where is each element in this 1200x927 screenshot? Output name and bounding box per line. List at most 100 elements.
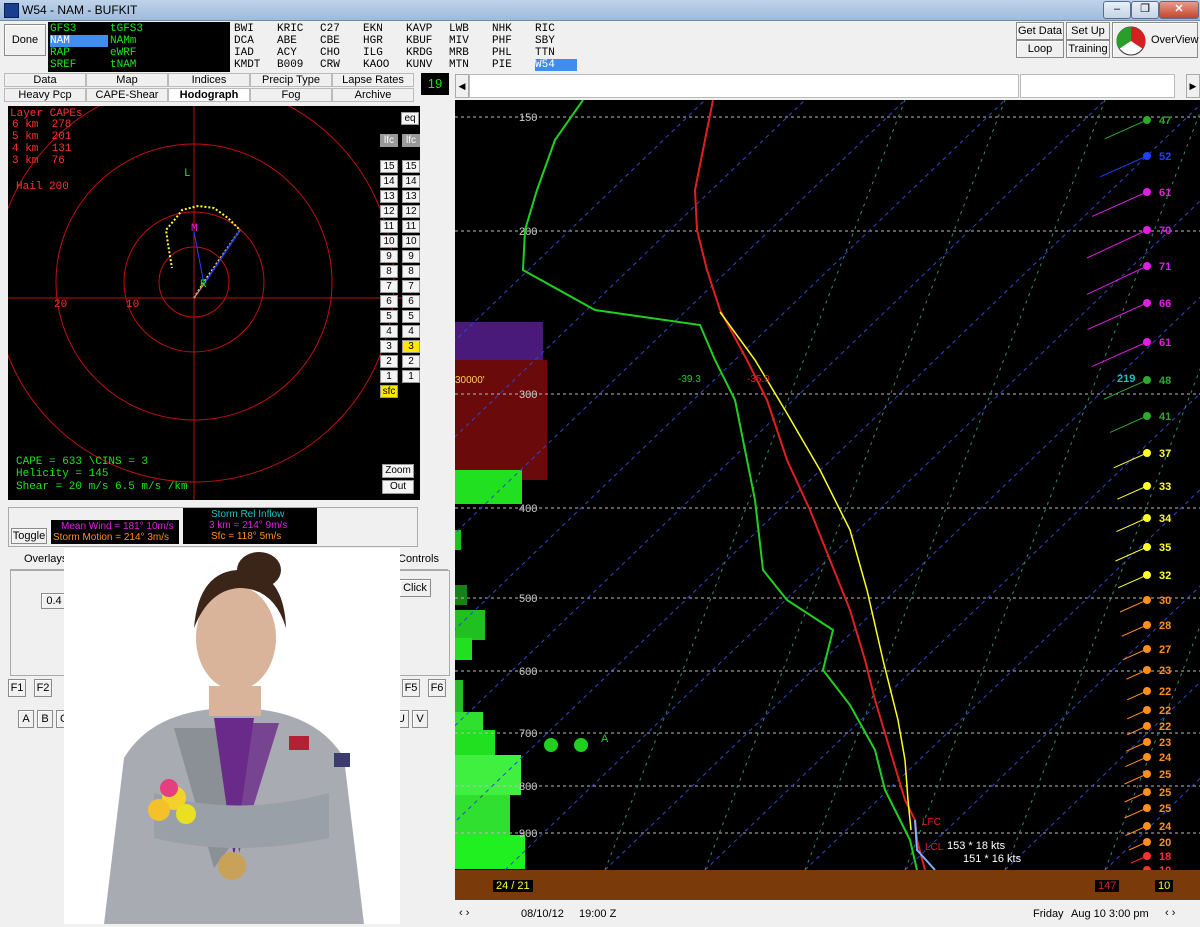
tab-controls[interactable]: Controls: [398, 553, 439, 565]
station-phf[interactable]: PHF: [492, 35, 534, 47]
station-c27[interactable]: C27: [320, 23, 362, 35]
station-pie[interactable]: PIE: [492, 59, 534, 71]
station-ekn[interactable]: EKN: [363, 23, 405, 35]
skewt-diagram[interactable]: 150200300400500600700800900-100102030475…: [455, 100, 1200, 870]
station-lwb[interactable]: LWB: [449, 23, 491, 35]
level-right-10[interactable]: 10: [402, 235, 420, 248]
level-right-9[interactable]: 9: [402, 250, 420, 263]
level-right-14[interactable]: 14: [402, 175, 420, 188]
close-icon[interactable]: ✕: [1159, 1, 1199, 19]
tab-precip-type[interactable]: Precip Type: [250, 73, 332, 87]
zoom-out-button[interactable]: Out: [382, 480, 414, 494]
zoom-button[interactable]: Zoom: [382, 464, 414, 478]
level-right-12[interactable]: 12: [402, 205, 420, 218]
scroll-track[interactable]: [469, 74, 1019, 98]
level-right-5[interactable]: 5: [402, 310, 420, 323]
level-left-5[interactable]: 5: [380, 310, 398, 323]
station-mrb[interactable]: MRB: [449, 47, 491, 59]
station-mtn[interactable]: MTN: [449, 59, 491, 71]
station-ilg[interactable]: ILG: [363, 47, 405, 59]
model-sref[interactable]: SREF: [50, 59, 108, 71]
level-left-3[interactable]: 3: [380, 340, 398, 353]
frame-scrollbar[interactable]: ◀ ▶: [455, 74, 1200, 98]
level-right-13[interactable]: 13: [402, 190, 420, 203]
level-right-1[interactable]: 1: [402, 370, 420, 383]
model-ewrf[interactable]: eWRF: [110, 47, 168, 59]
tab-overlays[interactable]: Overlays: [24, 553, 67, 565]
station-ric[interactable]: RIC: [535, 23, 577, 35]
f2-button[interactable]: F2: [34, 679, 52, 697]
model-tgfs3[interactable]: tGFS3: [110, 23, 168, 35]
maximize-icon[interactable]: ❐: [1131, 1, 1159, 19]
overview-button[interactable]: OverView: [1112, 22, 1198, 58]
station-miv[interactable]: MIV: [449, 35, 491, 47]
lfc-right-button[interactable]: lfc: [402, 134, 420, 147]
level-left-9[interactable]: 9: [380, 250, 398, 263]
lfc-left-button[interactable]: lfc: [380, 134, 398, 147]
f5-button[interactable]: F5: [402, 679, 420, 697]
status-right-icon[interactable]: ‹ ›: [1165, 907, 1175, 919]
tab-lapse-rates[interactable]: Lapse Rates: [332, 73, 414, 87]
level-left-7[interactable]: 7: [380, 280, 398, 293]
station-w54[interactable]: W54: [535, 59, 577, 71]
model-gfs3[interactable]: GFS3: [50, 23, 108, 35]
level-left-14[interactable]: 14: [380, 175, 398, 188]
level-left-2[interactable]: 2: [380, 355, 398, 368]
station-crw[interactable]: CRW: [320, 59, 362, 71]
level-left-6[interactable]: 6: [380, 295, 398, 308]
level-right-7[interactable]: 7: [402, 280, 420, 293]
model-rap[interactable]: RAP: [50, 47, 108, 59]
level-left-10[interactable]: 10: [380, 235, 398, 248]
tab-archive[interactable]: Archive: [332, 88, 414, 102]
tab-fog[interactable]: Fog: [250, 88, 332, 102]
station-hgr[interactable]: HGR: [363, 35, 405, 47]
b-button[interactable]: B: [37, 710, 53, 728]
level-right-2[interactable]: 2: [402, 355, 420, 368]
level-left-sfc[interactable]: sfc: [380, 385, 398, 398]
level-left-15[interactable]: 15: [380, 160, 398, 173]
station-acy[interactable]: ACY: [277, 47, 319, 59]
station-cho[interactable]: CHO: [320, 47, 362, 59]
level-right-3[interactable]: 3: [402, 340, 420, 353]
station-iad[interactable]: IAD: [234, 47, 276, 59]
scroll-left-icon[interactable]: ◀: [455, 74, 469, 98]
model-namm[interactable]: NAMm: [110, 35, 168, 47]
station-nhk[interactable]: NHK: [492, 23, 534, 35]
v-button[interactable]: V: [412, 710, 428, 728]
eq-button[interactable]: eq: [401, 112, 419, 125]
level-right-11[interactable]: 11: [402, 220, 420, 233]
station-kric[interactable]: KRIC: [277, 23, 319, 35]
station-kaoo[interactable]: KAOO: [363, 59, 405, 71]
minimize-icon[interactable]: –: [1103, 1, 1131, 19]
scroll-track-right[interactable]: [1020, 74, 1175, 98]
tab-heavy-pcp[interactable]: Heavy Pcp: [4, 88, 86, 102]
done-button[interactable]: Done: [4, 24, 46, 56]
station-abe[interactable]: ABE: [277, 35, 319, 47]
get-data-button[interactable]: Get Data: [1016, 22, 1064, 40]
station-krdg[interactable]: KRDG: [406, 47, 448, 59]
station-kavp[interactable]: KAVP: [406, 23, 448, 35]
loop-button[interactable]: Loop: [1016, 40, 1064, 58]
f6-button[interactable]: F6: [428, 679, 446, 697]
status-left-icon[interactable]: ‹ ›: [459, 907, 469, 919]
level-left-11[interactable]: 11: [380, 220, 398, 233]
click-button[interactable]: Click: [399, 579, 431, 597]
station-ttn[interactable]: TTN: [535, 47, 577, 59]
tab-cape-shear[interactable]: CAPE-Shear: [86, 88, 168, 102]
station-kbuf[interactable]: KBUF: [406, 35, 448, 47]
station-kmdt[interactable]: KMDT: [234, 59, 276, 71]
station-bwi[interactable]: BWI: [234, 23, 276, 35]
model-nam[interactable]: NAM: [50, 35, 108, 47]
level-left-13[interactable]: 13: [380, 190, 398, 203]
set-up-button[interactable]: Set Up: [1066, 22, 1110, 40]
station-sby[interactable]: SBY: [535, 35, 577, 47]
level-right-4[interactable]: 4: [402, 325, 420, 338]
level-left-4[interactable]: 4: [380, 325, 398, 338]
station-kunv[interactable]: KUNV: [406, 59, 448, 71]
tab-data[interactable]: Data: [4, 73, 86, 87]
hodograph-panel[interactable]: Layer CAPEs 6 km 278 5 km 201 4 km 131 3 km…: [8, 106, 420, 500]
station-dca[interactable]: DCA: [234, 35, 276, 47]
station-b009[interactable]: B009: [277, 59, 319, 71]
level-left-12[interactable]: 12: [380, 205, 398, 218]
f1-button[interactable]: F1: [8, 679, 26, 697]
